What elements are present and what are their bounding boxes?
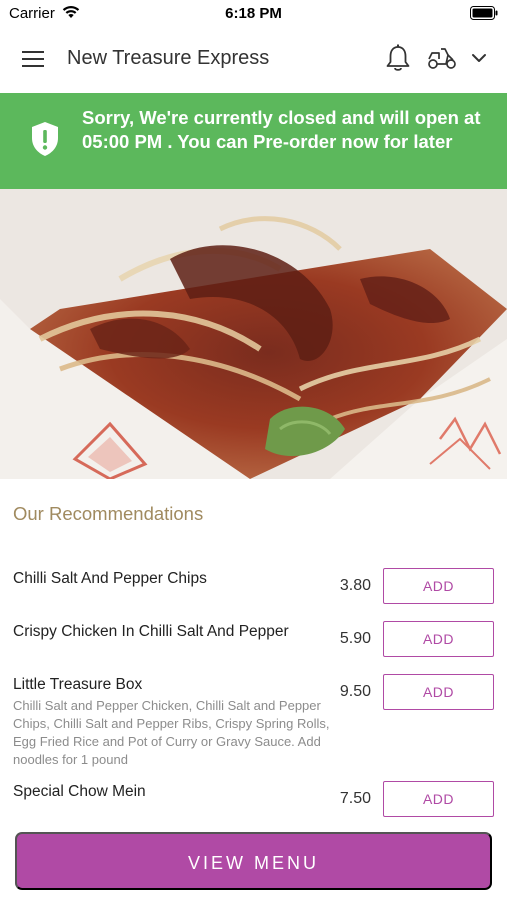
item-name: Little Treasure Box <box>13 676 143 693</box>
item-price: 3.80 <box>339 577 371 594</box>
add-button[interactable]: ADD <box>383 621 494 657</box>
add-button[interactable]: ADD <box>383 674 494 710</box>
scooter-icon[interactable] <box>426 45 458 76</box>
add-button[interactable]: ADD <box>383 568 494 604</box>
item-price: 9.50 <box>339 683 371 700</box>
recommendations-title: Our Recommendations <box>13 503 204 524</box>
add-button[interactable]: ADD <box>383 781 494 817</box>
battery-icon <box>470 6 498 25</box>
item-price: 7.50 <box>339 790 371 807</box>
item-name: Chilli Salt And Pepper Chips <box>13 570 207 587</box>
status-bar: Carrier 6:18 PM <box>0 0 507 27</box>
page-title: New Treasure Express <box>67 47 270 69</box>
item-name: Crispy Chicken In Chilli Salt And Pepper <box>13 623 289 640</box>
closed-banner-message: Sorry, We're currently closed and will o… <box>82 107 481 152</box>
shield-alert-icon <box>30 121 60 162</box>
view-menu-button[interactable]: VIEW MENU <box>15 832 492 890</box>
item-name: Special Chow Mein <box>13 783 146 800</box>
closed-banner: Sorry, We're currently closed and will o… <box>0 93 507 189</box>
nav-bar: New Treasure Express <box>0 27 507 93</box>
item-price: 5.90 <box>339 630 371 647</box>
chevron-down-icon[interactable] <box>471 51 487 69</box>
item-description: Chilli Salt and Pepper Chicken, Chilli S… <box>13 698 330 767</box>
hero-food-image <box>0 189 507 479</box>
clock: 6:18 PM <box>225 5 282 22</box>
bell-icon[interactable] <box>385 43 411 78</box>
hamburger-menu-icon[interactable] <box>22 49 46 69</box>
